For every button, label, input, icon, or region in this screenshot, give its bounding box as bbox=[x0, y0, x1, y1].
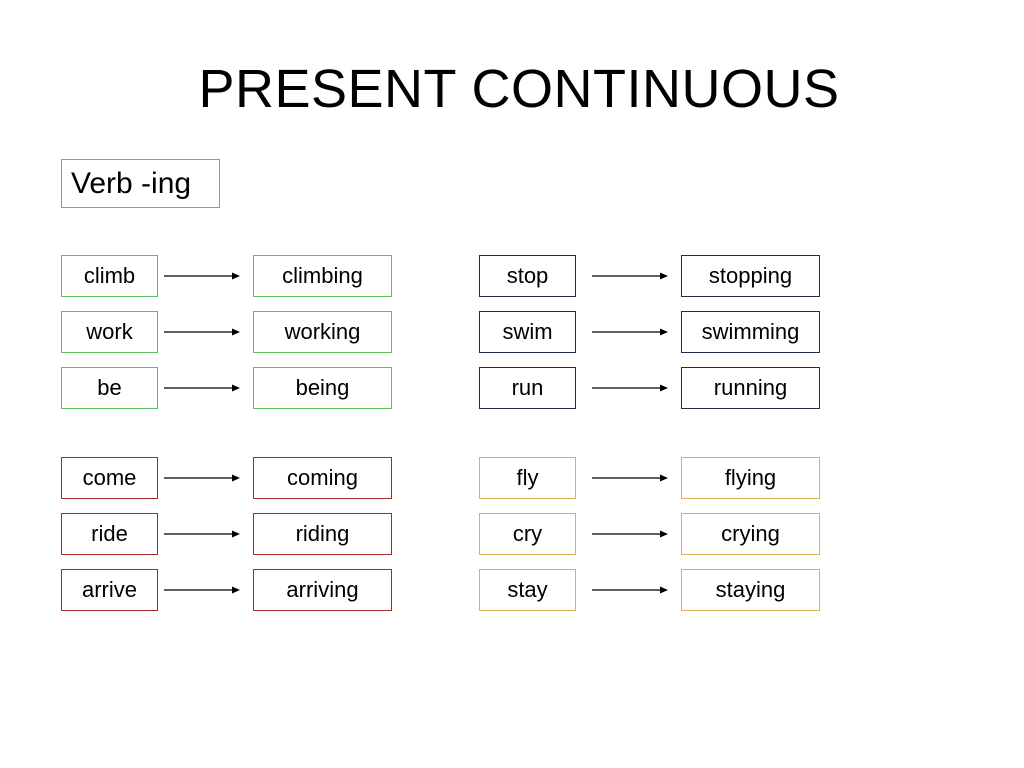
arrow-right-icon bbox=[592, 384, 668, 392]
base-verb-box: fly bbox=[479, 457, 576, 499]
arrow-right-icon bbox=[592, 530, 668, 538]
base-verb-box: be bbox=[61, 367, 158, 409]
arrow-right-icon bbox=[592, 474, 668, 482]
arrow-right-icon bbox=[164, 272, 240, 280]
ing-form-box: riding bbox=[253, 513, 392, 555]
arrow-right-icon bbox=[164, 474, 240, 482]
base-verb-box: stop bbox=[479, 255, 576, 297]
arrow-right-icon bbox=[164, 586, 240, 594]
ing-form-box: crying bbox=[681, 513, 820, 555]
arrow-right-icon bbox=[164, 328, 240, 336]
ing-form-box: being bbox=[253, 367, 392, 409]
ing-form-box: working bbox=[253, 311, 392, 353]
ing-form-box: climbing bbox=[253, 255, 392, 297]
arrow-right-icon bbox=[592, 586, 668, 594]
ing-form-box: flying bbox=[681, 457, 820, 499]
base-verb-box: stay bbox=[479, 569, 576, 611]
page-title: PRESENT CONTINUOUS bbox=[198, 59, 840, 119]
arrow-right-icon bbox=[592, 328, 668, 336]
base-verb-box: arrive bbox=[61, 569, 158, 611]
ing-form-box: swimming bbox=[681, 311, 820, 353]
ing-form-box: coming bbox=[253, 457, 392, 499]
arrow-right-icon bbox=[592, 272, 668, 280]
base-verb-box: run bbox=[479, 367, 576, 409]
ing-form-box: stopping bbox=[681, 255, 820, 297]
base-verb-box: ride bbox=[61, 513, 158, 555]
verb-ing-label: Verb -ing bbox=[61, 159, 220, 208]
base-verb-box: swim bbox=[479, 311, 576, 353]
base-verb-box: cry bbox=[479, 513, 576, 555]
arrow-right-icon bbox=[164, 530, 240, 538]
ing-form-box: arriving bbox=[253, 569, 392, 611]
arrow-right-icon bbox=[164, 384, 240, 392]
base-verb-box: work bbox=[61, 311, 158, 353]
base-verb-box: climb bbox=[61, 255, 158, 297]
base-verb-box: come bbox=[61, 457, 158, 499]
ing-form-box: staying bbox=[681, 569, 820, 611]
ing-form-box: running bbox=[681, 367, 820, 409]
